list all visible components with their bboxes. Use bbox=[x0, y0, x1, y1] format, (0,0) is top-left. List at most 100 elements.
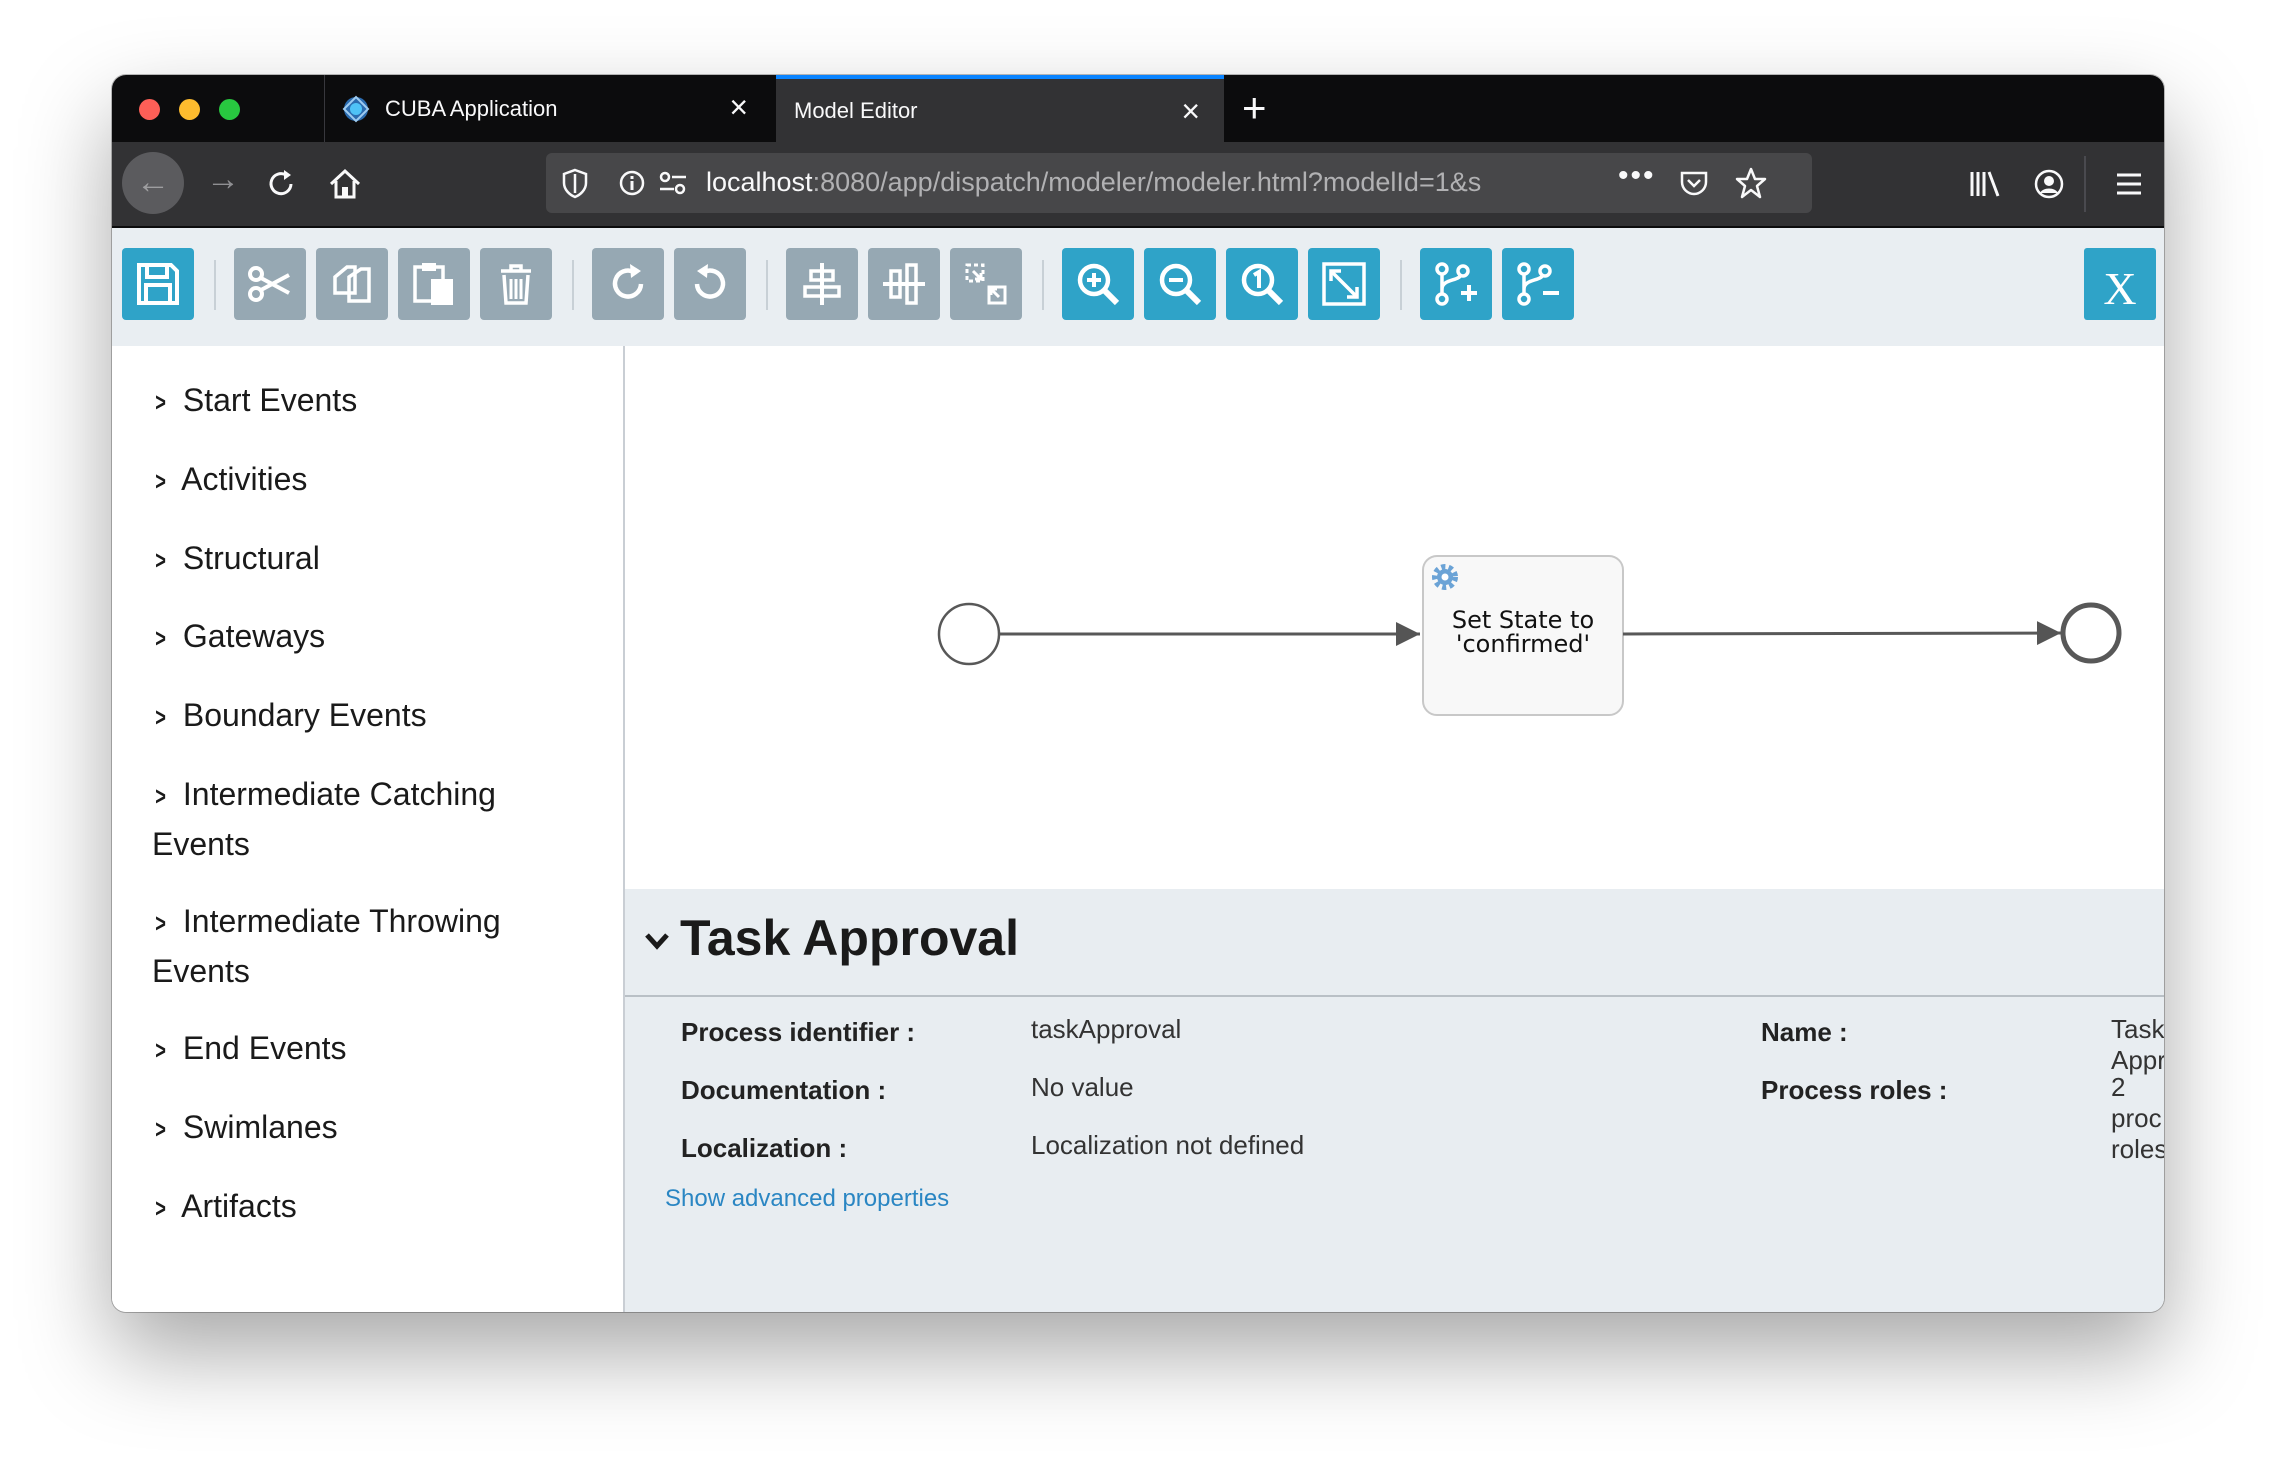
copy-button[interactable] bbox=[316, 248, 388, 320]
end-event[interactable] bbox=[2060, 602, 2122, 664]
delete-icon bbox=[501, 264, 531, 305]
align-horizontal-icon bbox=[803, 263, 841, 305]
close-tab-icon[interactable]: × bbox=[1181, 95, 1200, 127]
delete-button[interactable] bbox=[480, 248, 552, 320]
palette-group-label: Gateways bbox=[182, 618, 326, 654]
account-icon[interactable] bbox=[2032, 167, 2066, 201]
properties-title: Task Approval bbox=[680, 910, 1019, 966]
back-arrow-icon[interactable]: ← bbox=[122, 152, 184, 214]
palette-group-end-events[interactable]: > End Events bbox=[152, 1024, 592, 1074]
palette-group-structural[interactable]: > Structural bbox=[152, 534, 592, 584]
url-text[interactable]: localhost:8080/app/dispatch/modeler/mode… bbox=[706, 167, 1556, 198]
documentation-label: Documentation : bbox=[681, 1075, 887, 1105]
palette-group-label: Start Events bbox=[182, 382, 358, 418]
chevron-down-icon[interactable] bbox=[643, 927, 671, 955]
cut-icon bbox=[248, 266, 290, 302]
name-value[interactable]: Task Approval bbox=[2111, 1014, 2164, 1076]
chevron-right-icon: > bbox=[155, 702, 166, 732]
copy-icon bbox=[333, 265, 371, 303]
chevron-right-icon: > bbox=[155, 387, 166, 417]
forward-arrow-icon[interactable]: → bbox=[198, 160, 248, 199]
start-event[interactable] bbox=[937, 602, 1001, 666]
documentation-value[interactable]: No value bbox=[1031, 1072, 1134, 1103]
localization-value[interactable]: Localization not defined bbox=[1031, 1130, 1304, 1161]
palette-group-activities[interactable]: > Activities bbox=[152, 455, 592, 505]
sequence-flow[interactable] bbox=[1622, 621, 2062, 646]
window-minimize-button[interactable] bbox=[179, 99, 200, 120]
save-icon bbox=[137, 263, 179, 305]
process-identifier-value[interactable]: taskApproval bbox=[1031, 1014, 1181, 1045]
same-size-button[interactable] bbox=[950, 248, 1022, 320]
library-icon[interactable] bbox=[1968, 168, 2002, 200]
palette-group-label: Intermediate Throwing Events bbox=[152, 903, 501, 989]
close-editor-button[interactable]: X bbox=[2084, 248, 2156, 320]
zoom-in-icon bbox=[1077, 263, 1120, 306]
palette-group-artifacts[interactable]: > Artifacts bbox=[152, 1182, 592, 1232]
same-size-icon bbox=[965, 263, 1007, 305]
remove-bendpoint-button[interactable] bbox=[1502, 248, 1574, 320]
add-bendpoint-button[interactable] bbox=[1420, 248, 1492, 320]
tab-cuba-application[interactable]: CUBA Application × bbox=[324, 75, 772, 142]
palette-group-boundary-events[interactable]: > Boundary Events bbox=[152, 691, 592, 741]
zoom-fit-button[interactable] bbox=[1308, 248, 1380, 320]
palette-group-label: End Events bbox=[182, 1030, 347, 1066]
diagram-canvas[interactable]: Set State to 'confirmed' bbox=[625, 346, 2164, 889]
url-path: :8080/app/dispatch/modeler/modeler.html?… bbox=[812, 167, 1482, 197]
cut-button[interactable] bbox=[234, 248, 306, 320]
chevron-right-icon: > bbox=[155, 466, 166, 496]
add-bendpoint-icon bbox=[1435, 262, 1477, 306]
zoom-fit-icon bbox=[1322, 262, 1366, 306]
toolbar-separator bbox=[214, 260, 216, 310]
process-roles-label: Process roles : bbox=[1761, 1075, 1948, 1105]
tab-model-editor[interactable]: Model Editor × bbox=[776, 75, 1224, 142]
toolbar-separator bbox=[766, 260, 768, 310]
navigation-bar: ← → localhost:8080/app/dispatch/modeler/… bbox=[112, 142, 2164, 228]
zoom-in-button[interactable] bbox=[1062, 248, 1134, 320]
shield-icon[interactable] bbox=[560, 167, 590, 199]
palette-group-label: Intermediate Catching Events bbox=[152, 776, 496, 862]
editor-toolbar: X bbox=[112, 228, 2164, 348]
toolbar-separator bbox=[1400, 260, 1402, 310]
remove-bendpoint-icon bbox=[1517, 262, 1559, 306]
bookmark-star-icon[interactable] bbox=[1734, 166, 1768, 200]
save-button[interactable] bbox=[122, 248, 194, 320]
palette-group-intermediate-catching-events[interactable]: > Intermediate Catching Events bbox=[152, 770, 592, 868]
zoom-out-button[interactable] bbox=[1144, 248, 1216, 320]
paste-button[interactable] bbox=[398, 248, 470, 320]
diagram-svg: Set State to 'confirmed' bbox=[937, 555, 2122, 716]
process-roles-value[interactable]: 2 proc roles bbox=[2111, 1072, 2164, 1165]
palette-group-intermediate-throwing-events[interactable]: > Intermediate Throwing Events bbox=[152, 897, 592, 995]
new-tab-icon[interactable]: + bbox=[1242, 83, 1267, 133]
palette-group-label: Structural bbox=[182, 540, 320, 576]
window-maximize-button[interactable] bbox=[219, 99, 240, 120]
palette-group-gateways[interactable]: > Gateways bbox=[152, 612, 592, 662]
page-actions-icon[interactable]: ••• bbox=[1618, 159, 1656, 193]
paste-icon bbox=[413, 263, 453, 305]
palette-group-label: Artifacts bbox=[181, 1188, 297, 1224]
palette-group-swimlanes[interactable]: > Swimlanes bbox=[152, 1103, 592, 1153]
window-close-button[interactable] bbox=[139, 99, 160, 120]
align-vertical-button[interactable] bbox=[868, 248, 940, 320]
home-icon[interactable] bbox=[326, 165, 364, 203]
show-advanced-properties-link[interactable]: Show advanced properties bbox=[665, 1185, 949, 1213]
pocket-icon[interactable] bbox=[1678, 167, 1710, 199]
zoom-actual-icon bbox=[1241, 263, 1284, 306]
undo-icon bbox=[694, 264, 726, 299]
align-horizontal-button[interactable] bbox=[786, 248, 858, 320]
palette-group-label: Boundary Events bbox=[182, 697, 427, 733]
align-vertical-icon bbox=[883, 263, 925, 305]
zoom-out-icon bbox=[1159, 263, 1202, 306]
menu-icon[interactable] bbox=[2114, 170, 2144, 198]
properties-header[interactable]: Task Approval bbox=[625, 889, 2164, 997]
zoom-actual-button[interactable] bbox=[1226, 248, 1298, 320]
reload-icon[interactable] bbox=[264, 167, 298, 201]
address-bar[interactable]: localhost:8080/app/dispatch/modeler/mode… bbox=[546, 153, 1812, 213]
permissions-icon[interactable] bbox=[658, 169, 688, 197]
name-label: Name : bbox=[1761, 1017, 1848, 1047]
chevron-right-icon: > bbox=[155, 1193, 166, 1223]
close-tab-icon[interactable]: × bbox=[729, 91, 748, 123]
info-icon[interactable] bbox=[618, 169, 646, 197]
palette-group-start-events[interactable]: > Start Events bbox=[152, 376, 592, 426]
redo-button[interactable] bbox=[592, 248, 664, 320]
undo-button[interactable] bbox=[674, 248, 746, 320]
